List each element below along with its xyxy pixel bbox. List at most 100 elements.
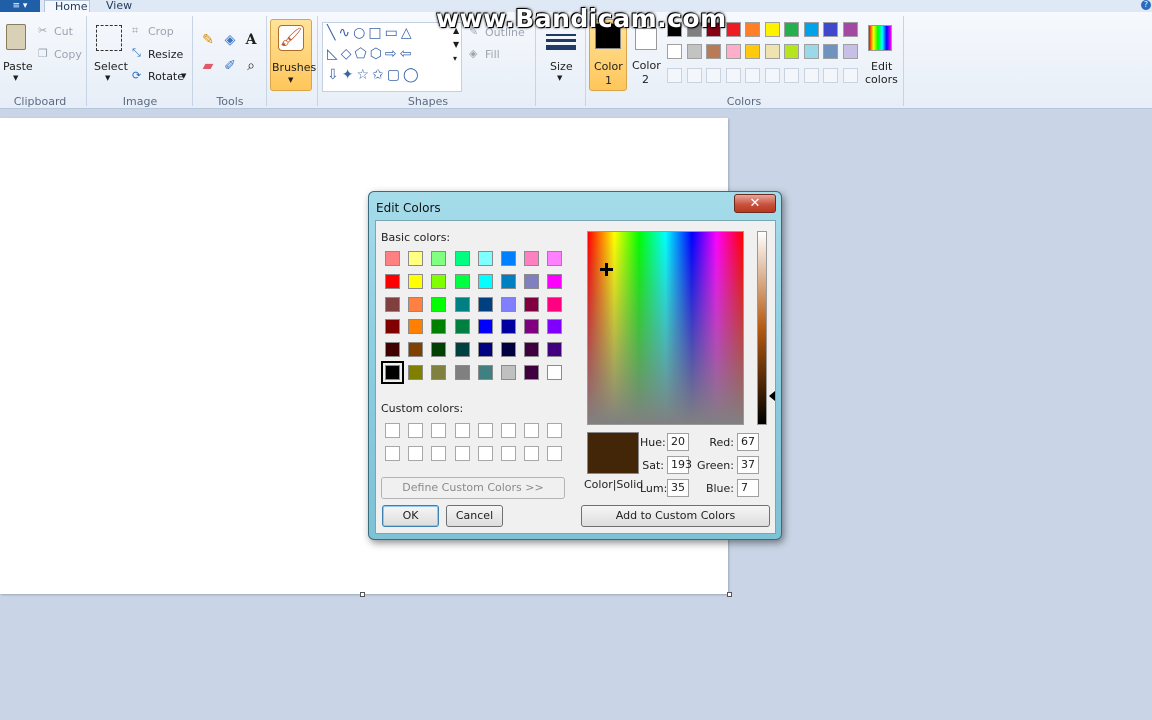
cut-button[interactable]: Cut xyxy=(54,25,73,38)
custom-color-cell[interactable] xyxy=(524,423,540,438)
basic-color-cell[interactable] xyxy=(454,273,470,289)
basic-color-cell[interactable] xyxy=(454,319,470,335)
custom-color-cell[interactable] xyxy=(501,445,516,461)
custom-color-cell[interactable] xyxy=(477,423,493,438)
custom-color-cell[interactable] xyxy=(454,423,470,438)
palette-swatch[interactable] xyxy=(706,44,721,59)
basic-color-cell[interactable] xyxy=(547,296,563,312)
basic-color-cell[interactable] xyxy=(477,296,493,312)
basic-color-cell[interactable] xyxy=(408,296,424,312)
basic-color-cell[interactable] xyxy=(501,251,516,266)
palette-swatch-empty[interactable] xyxy=(842,68,858,83)
basic-color-cell[interactable] xyxy=(385,273,400,289)
custom-color-cell[interactable] xyxy=(385,423,400,438)
green-input[interactable]: 37 xyxy=(737,456,759,474)
color-picker-icon[interactable]: ✐ xyxy=(220,56,240,76)
custom-color-cell[interactable] xyxy=(547,423,563,438)
basic-color-cell[interactable] xyxy=(524,251,540,266)
basic-color-cell[interactable] xyxy=(524,319,540,335)
basic-color-cell[interactable] xyxy=(454,365,470,380)
select-button[interactable]: Select ▼ xyxy=(92,22,128,88)
palette-swatch[interactable] xyxy=(842,22,858,37)
basic-color-cell[interactable] xyxy=(524,296,540,312)
hue-input[interactable]: 20 xyxy=(667,433,689,451)
palette-swatch[interactable] xyxy=(803,44,819,59)
fill-button[interactable]: Fill xyxy=(485,48,500,61)
custom-color-cell[interactable] xyxy=(547,445,563,461)
basic-color-cell[interactable] xyxy=(431,273,447,289)
basic-color-cell[interactable] xyxy=(501,365,516,380)
magnifier-icon[interactable]: ⌕ xyxy=(241,56,261,76)
palette-swatch-empty[interactable] xyxy=(725,68,741,83)
palette-swatch-empty[interactable] xyxy=(745,68,760,83)
palette-swatch[interactable] xyxy=(764,22,780,37)
basic-color-cell[interactable] xyxy=(385,251,400,266)
palette-swatch[interactable] xyxy=(842,44,858,59)
basic-color-cell[interactable] xyxy=(477,251,493,266)
palette-swatch[interactable] xyxy=(803,22,819,37)
custom-color-cell[interactable] xyxy=(385,445,400,461)
basic-color-cell[interactable] xyxy=(501,319,516,335)
basic-color-cell[interactable] xyxy=(385,342,400,358)
file-menu-button[interactable]: ≡ ▾ xyxy=(0,0,40,12)
fill-bucket-icon[interactable]: ◈ xyxy=(220,30,240,50)
palette-swatch-empty[interactable] xyxy=(686,68,702,83)
palette-swatch-empty[interactable] xyxy=(667,68,682,83)
palette-swatch[interactable] xyxy=(784,44,799,59)
palette-swatch[interactable] xyxy=(725,44,741,59)
basic-color-cell[interactable] xyxy=(381,361,404,384)
basic-color-cell[interactable] xyxy=(547,319,563,335)
palette-swatch-empty[interactable] xyxy=(706,68,721,83)
basic-color-cell[interactable] xyxy=(501,273,516,289)
basic-color-cell[interactable] xyxy=(431,251,447,266)
basic-color-cell[interactable] xyxy=(477,342,493,358)
text-icon[interactable]: A xyxy=(241,30,261,50)
palette-swatch[interactable] xyxy=(823,44,838,59)
basic-color-cell[interactable] xyxy=(501,296,516,312)
basic-color-cell[interactable] xyxy=(477,365,493,380)
custom-color-cell[interactable] xyxy=(454,445,470,461)
blue-input[interactable]: 7 xyxy=(737,479,759,497)
paste-button[interactable]: Paste ▼ xyxy=(3,22,33,88)
palette-swatch[interactable] xyxy=(745,44,760,59)
basic-color-cell[interactable] xyxy=(524,365,540,380)
custom-color-cell[interactable] xyxy=(408,445,424,461)
rotate-button[interactable]: Rotate xyxy=(148,70,184,83)
palette-swatch[interactable] xyxy=(784,22,799,37)
lum-input[interactable]: 35 xyxy=(667,479,689,497)
pencil-icon[interactable]: ✎ xyxy=(198,30,218,50)
basic-color-cell[interactable] xyxy=(408,273,424,289)
crop-button[interactable]: Crop xyxy=(148,25,174,38)
basic-color-cell[interactable] xyxy=(385,296,400,312)
basic-color-cell[interactable] xyxy=(524,273,540,289)
custom-color-cell[interactable] xyxy=(477,445,493,461)
copy-button[interactable]: Copy xyxy=(54,48,82,61)
palette-swatch-empty[interactable] xyxy=(823,68,838,83)
basic-color-cell[interactable] xyxy=(454,342,470,358)
crosshair-icon[interactable] xyxy=(600,263,613,276)
basic-color-cell[interactable] xyxy=(454,251,470,266)
eraser-icon[interactable]: ▰ xyxy=(198,56,218,76)
palette-swatch-empty[interactable] xyxy=(764,68,780,83)
cancel-button[interactable]: Cancel xyxy=(446,505,503,527)
basic-color-cell[interactable] xyxy=(501,342,516,358)
palette-swatch[interactable] xyxy=(823,22,838,37)
basic-color-cell[interactable] xyxy=(547,273,563,289)
custom-color-cell[interactable] xyxy=(501,423,516,438)
sat-input[interactable]: 193 xyxy=(667,456,692,474)
color-spectrum[interactable] xyxy=(587,231,744,425)
basic-color-cell[interactable] xyxy=(385,319,400,335)
custom-color-cell[interactable] xyxy=(524,445,540,461)
palette-swatch-empty[interactable] xyxy=(784,68,799,83)
palette-swatch[interactable] xyxy=(745,22,760,37)
basic-color-cell[interactable] xyxy=(547,342,563,358)
canvas-resize-handle-bottom[interactable] xyxy=(360,592,365,597)
resize-button[interactable]: Resize xyxy=(148,48,183,61)
basic-color-cell[interactable] xyxy=(408,251,424,266)
basic-color-cell[interactable] xyxy=(524,342,540,358)
palette-swatch-empty[interactable] xyxy=(803,68,819,83)
custom-color-cell[interactable] xyxy=(408,423,424,438)
define-custom-colors-button[interactable]: Define Custom Colors >> xyxy=(381,477,565,499)
add-to-custom-colors-button[interactable]: Add to Custom Colors xyxy=(581,505,770,527)
close-button[interactable]: ✕ xyxy=(734,194,776,213)
